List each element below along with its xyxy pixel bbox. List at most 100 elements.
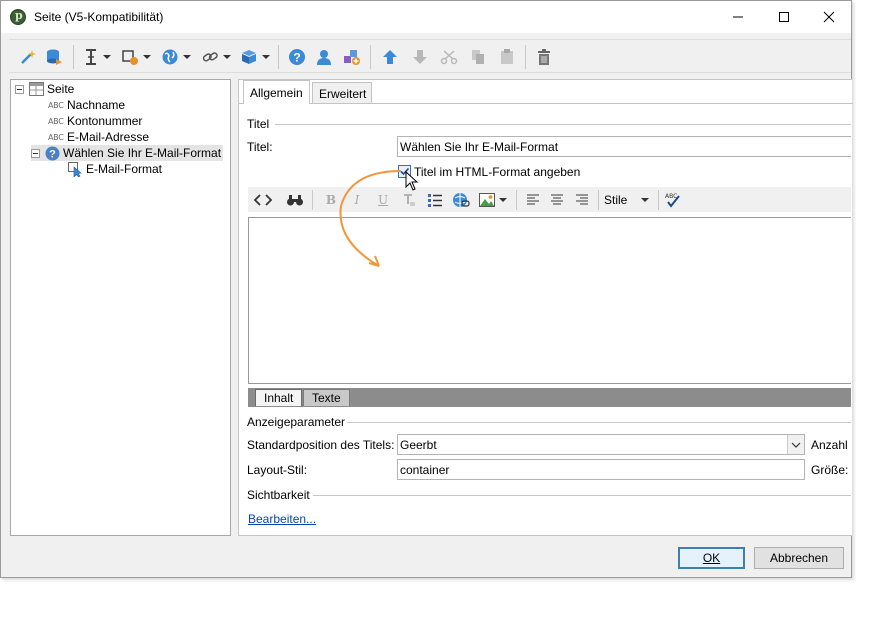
maximize-icon	[779, 12, 789, 22]
align-left-icon	[527, 194, 539, 205]
tree-label: E-Mail-Format	[86, 162, 163, 176]
styles-label: Stile	[604, 193, 628, 207]
text-field-dropdown[interactable]	[83, 46, 111, 68]
edit-visibility-link[interactable]: Bearbeiten...	[248, 512, 316, 526]
align-center-icon	[551, 194, 563, 205]
close-icon	[823, 11, 835, 23]
paste-icon	[501, 49, 513, 64]
database-button[interactable]	[45, 46, 63, 68]
minimize-button[interactable]	[715, 1, 761, 33]
cancel-button[interactable]: Abbrechen	[754, 547, 844, 569]
minimize-icon	[733, 16, 743, 18]
titel-label: Titel:	[247, 140, 273, 154]
group-heading-titel: Titel	[247, 117, 270, 131]
insert-link-button[interactable]	[451, 190, 471, 210]
trash-icon	[538, 49, 550, 65]
user-button[interactable]	[315, 46, 333, 68]
paste-button[interactable]	[498, 46, 516, 68]
database-icon	[47, 49, 62, 65]
move-up-button[interactable]	[381, 46, 399, 68]
text-field-icon: ABC	[48, 116, 64, 126]
wizard-icon	[21, 50, 36, 64]
ok-button[interactable]: OK	[678, 547, 745, 569]
text-field-icon: ABC	[48, 100, 64, 110]
cut-button[interactable]	[440, 46, 458, 68]
tab-erweitert[interactable]: Erweitert	[312, 82, 372, 104]
maximize-button[interactable]	[761, 1, 807, 33]
titel-input[interactable]: Wählen Sie Ihr E-Mail-Format	[397, 136, 851, 157]
bullet-list-button[interactable]	[425, 190, 445, 210]
size-label: Größe:	[811, 463, 849, 477]
tree-node-nachname[interactable]: ABC Nachname	[48, 97, 125, 113]
link-dropdown[interactable]	[201, 46, 231, 68]
styles-dropdown[interactable]: Stile	[604, 190, 654, 210]
tab-allgemein[interactable]: Allgemein	[243, 80, 310, 104]
delete-button[interactable]	[535, 46, 553, 68]
help-icon: ?	[289, 49, 305, 65]
group-heading-sichtbarkeit: Sichtbarkeit	[247, 488, 310, 502]
tree-node-question[interactable]: ? Wählen Sie Ihr E-Mail-Format	[31, 145, 224, 161]
find-button[interactable]	[284, 190, 306, 210]
insert-image-dropdown[interactable]	[477, 190, 509, 210]
tab-texte[interactable]: Texte	[303, 389, 350, 406]
form-field-dropdown[interactable]	[121, 46, 151, 68]
add-component-icon	[344, 50, 360, 65]
title-bar: Seite (V5-Kompatibilität)	[1, 1, 851, 33]
text-cursor-icon	[86, 49, 96, 65]
tree-node-email-format[interactable]: E-Mail-Format	[68, 161, 162, 177]
position-value: Geerbt	[400, 438, 437, 452]
package-dropdown[interactable]	[240, 46, 270, 68]
web-link-icon	[453, 193, 470, 207]
align-left-button[interactable]	[524, 190, 542, 210]
mouse-cursor-icon	[405, 171, 419, 191]
help-button[interactable]: ?	[288, 46, 306, 68]
tree-label: Nachname	[67, 98, 126, 112]
question-icon: ?	[45, 146, 60, 160]
tree-node-kontonummer[interactable]: ABC Kontonummer	[48, 113, 142, 129]
position-label: Standardposition des Titels:	[247, 438, 395, 452]
page-icon	[29, 82, 44, 96]
source-button[interactable]	[252, 190, 274, 210]
text-field-icon: ABC	[48, 132, 64, 142]
move-down-button[interactable]	[411, 46, 429, 68]
tab-inhalt[interactable]: Inhalt	[255, 389, 303, 406]
copy-icon	[472, 50, 484, 64]
cut-icon	[440, 50, 458, 65]
tree-label: Kontonummer	[67, 114, 143, 128]
form-field-icon	[122, 50, 138, 65]
bullet-list-icon	[428, 194, 442, 207]
close-button[interactable]	[806, 1, 852, 33]
source-code-icon	[254, 194, 272, 206]
tree-label: Wählen Sie Ihr E-Mail-Format	[63, 146, 222, 160]
add-component-button[interactable]	[343, 46, 361, 68]
dialog-window: Seite (V5-Kompatibilität)	[0, 0, 853, 578]
tree-label: Seite	[47, 82, 75, 96]
collapse-icon[interactable]	[31, 148, 40, 158]
annotation-arrow	[339, 170, 402, 267]
globe-icon	[162, 49, 178, 65]
image-icon	[479, 193, 495, 207]
tree-node-seite[interactable]: Seite	[15, 81, 74, 97]
chevron-down-icon[interactable]	[787, 435, 804, 454]
count-label: Anzahl	[811, 438, 848, 452]
package-icon	[242, 50, 256, 64]
svg-text:?: ?	[293, 51, 300, 65]
arrow-down-icon	[413, 50, 427, 64]
window-title: Seite (V5-Kompatibilität)	[34, 10, 164, 24]
position-select[interactable]: Geerbt	[397, 434, 805, 455]
copy-button[interactable]	[469, 46, 487, 68]
align-center-button[interactable]	[548, 190, 566, 210]
wizard-button[interactable]	[19, 46, 37, 68]
spellcheck-button[interactable]: ABC	[662, 190, 684, 210]
binoculars-icon	[287, 195, 303, 206]
spellcheck-icon: ABC	[665, 193, 680, 208]
structure-tree: Seite ABC Nachname ABC Kontonummer ABC E…	[10, 79, 231, 536]
html-title-checkbox-label[interactable]: Titel im HTML-Format angeben	[414, 165, 580, 179]
group-heading-anzeigeparameter: Anzeigeparameter	[247, 415, 346, 429]
align-right-button[interactable]	[573, 190, 591, 210]
collapse-icon[interactable]	[15, 84, 24, 94]
layout-input[interactable]: container	[397, 459, 805, 480]
tree-node-email[interactable]: ABC E-Mail-Adresse	[48, 129, 149, 145]
layout-label: Layout-Stil:	[247, 463, 308, 477]
globe-dropdown[interactable]	[161, 46, 191, 68]
